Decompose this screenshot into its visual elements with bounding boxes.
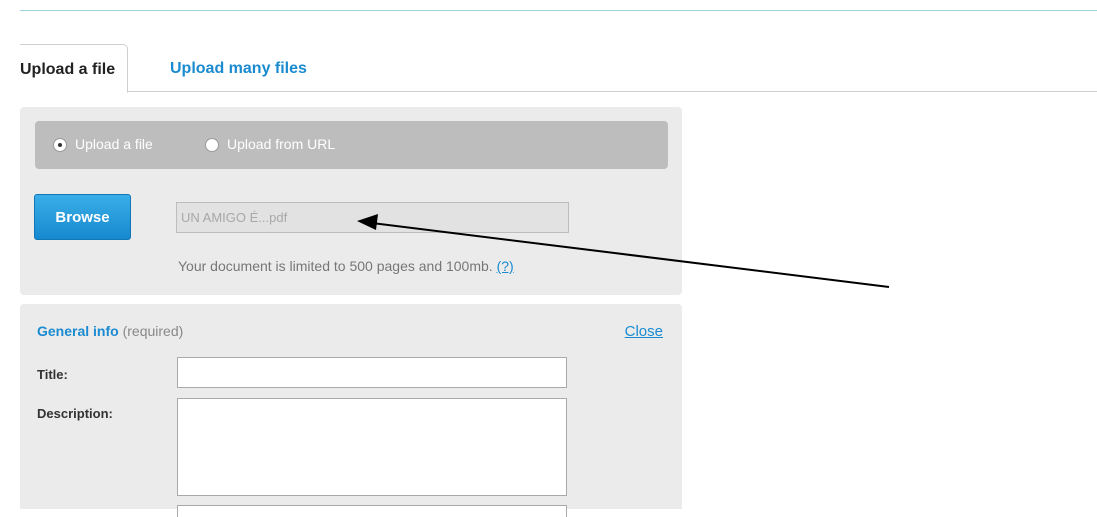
upload-tabs: Upload a file Upload many files xyxy=(20,44,1097,93)
title-label: Title: xyxy=(37,367,68,382)
tabs-baseline xyxy=(20,91,1097,92)
help-link[interactable]: (?) xyxy=(497,258,514,274)
general-info-title: General info xyxy=(37,323,119,339)
required-note: (required) xyxy=(122,323,184,339)
tab-upload-many-files[interactable]: Upload many files xyxy=(170,44,307,91)
description-textarea[interactable] xyxy=(177,398,567,496)
upload-limit-note: Your document is limited to 500 pages an… xyxy=(178,258,514,274)
general-info-heading: General info (required) xyxy=(37,323,183,339)
description-label: Description: xyxy=(37,406,113,421)
close-link[interactable]: Close xyxy=(625,323,663,340)
next-field-input[interactable] xyxy=(177,505,567,517)
upload-from-url-radio[interactable]: Upload from URL xyxy=(205,121,335,169)
top-divider xyxy=(20,10,1097,11)
general-info-panel: General info (required) Close Title: Des… xyxy=(20,304,682,517)
radio-selected-icon[interactable] xyxy=(53,138,67,153)
upload-limit-text: Your document is limited to 500 pages an… xyxy=(178,258,493,274)
radio-unselected-icon[interactable] xyxy=(205,138,219,153)
upload-panel: Upload a file Upload from URL Browse UN … xyxy=(20,107,682,295)
upload-file-radio[interactable]: Upload a file xyxy=(53,121,153,169)
upload-file-radio-label: Upload a file xyxy=(75,136,153,152)
upload-source-bar: Upload a file Upload from URL xyxy=(35,121,668,169)
file-name-field: UN AMIGO É...pdf xyxy=(176,202,569,233)
title-input[interactable] xyxy=(177,357,567,388)
tab-upload-a-file[interactable]: Upload a file xyxy=(20,44,129,93)
browse-button[interactable]: Browse xyxy=(34,194,131,240)
upload-from-url-radio-label: Upload from URL xyxy=(227,136,336,152)
